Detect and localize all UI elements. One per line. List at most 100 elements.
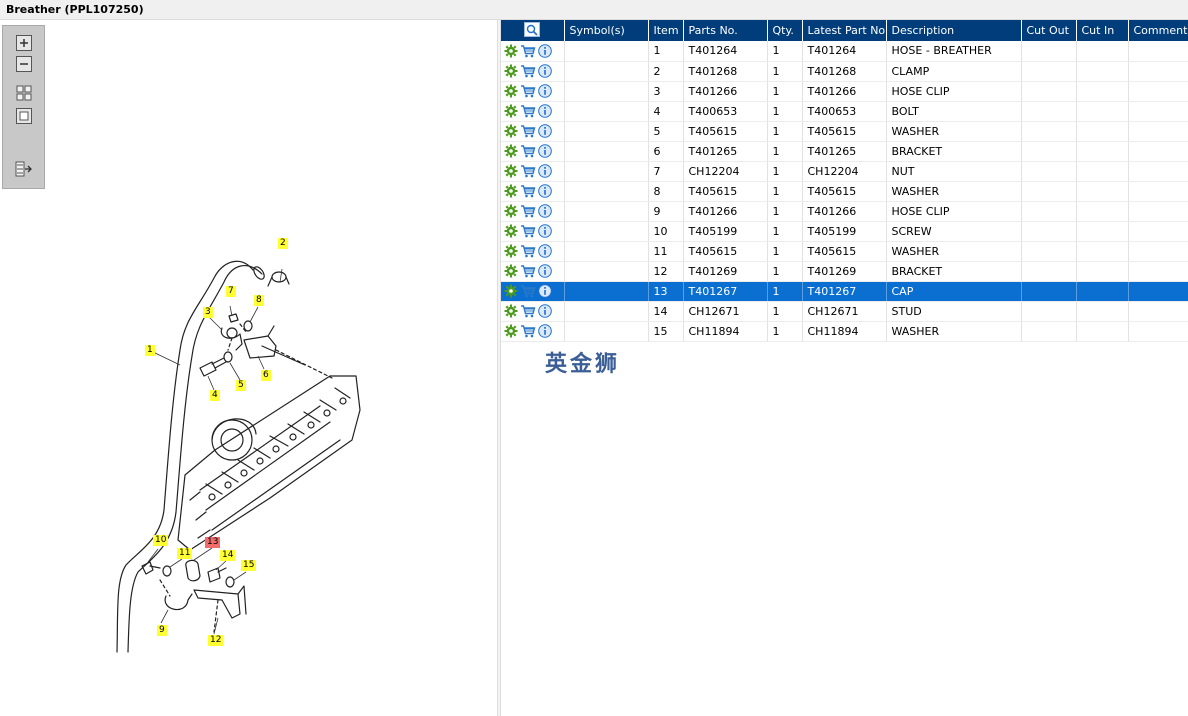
gear-icon[interactable] [504, 64, 518, 78]
info-icon[interactable] [538, 204, 552, 218]
table-row[interactable]: 8 T405615 1 T405615 WASHER [501, 181, 1188, 202]
search-list-icon[interactable] [524, 21, 541, 37]
zoom-out-icon[interactable] [13, 54, 35, 74]
info-icon[interactable] [538, 164, 552, 178]
gear-icon[interactable] [504, 144, 518, 158]
callout-9[interactable]: 9 [157, 625, 167, 636]
table-row[interactable]: 7 CH12204 1 CH12204 NUT [501, 161, 1188, 182]
info-icon[interactable] [538, 144, 552, 158]
cell-cut-out [1021, 301, 1077, 322]
info-icon[interactable] [538, 324, 552, 338]
column-header-parts-no[interactable]: Parts No. [683, 20, 768, 41]
cart-icon[interactable] [520, 104, 536, 118]
column-header-cut-out[interactable]: Cut Out [1021, 20, 1077, 41]
column-header-latest-part-no[interactable]: Latest Part No. [802, 20, 887, 41]
zoom-in-icon[interactable] [13, 33, 35, 53]
cell-parts-no: CH11894 [683, 321, 768, 342]
column-header-description[interactable]: Description [886, 20, 1022, 41]
gear-icon[interactable] [504, 284, 518, 298]
table-row[interactable]: 6 T401265 1 T401265 BRACKET [501, 141, 1188, 162]
column-header-cut-in[interactable]: Cut In [1076, 20, 1129, 41]
info-icon[interactable] [538, 264, 552, 278]
table-row[interactable]: 2 T401268 1 T401268 CLAMP [501, 61, 1188, 82]
cart-icon[interactable] [520, 144, 536, 158]
callout-13[interactable]: 13 [205, 537, 221, 548]
gear-icon[interactable] [504, 264, 518, 278]
table-row[interactable]: 4 T400653 1 T400653 BOLT [501, 101, 1188, 122]
cell-item: 8 [648, 181, 684, 202]
table-row[interactable]: 9 T401266 1 T401266 HOSE CLIP [501, 201, 1188, 222]
callout-1[interactable]: 1 [145, 345, 155, 356]
gear-icon[interactable] [504, 324, 518, 338]
cell-comment [1128, 261, 1188, 282]
cell-symbols [564, 261, 649, 282]
cell-cut-out [1021, 281, 1077, 302]
cart-icon[interactable] [520, 44, 536, 58]
info-icon[interactable] [538, 64, 552, 78]
callout-3[interactable]: 3 [203, 307, 213, 318]
table-row[interactable]: 14 CH12671 1 CH12671 STUD [501, 301, 1188, 322]
gear-icon[interactable] [504, 164, 518, 178]
callout-8[interactable]: 8 [254, 295, 264, 306]
toggle-list-icon[interactable] [13, 159, 35, 179]
cart-icon[interactable] [520, 304, 536, 318]
callout-2[interactable]: 2 [278, 238, 288, 249]
cart-icon[interactable] [520, 124, 536, 138]
column-header-item[interactable]: Item [648, 20, 684, 41]
info-icon[interactable] [538, 43, 552, 58]
column-header-qty[interactable]: Qty. [767, 20, 803, 41]
info-icon[interactable] [538, 284, 552, 298]
table-row[interactable]: 10 T405199 1 T405199 SCREW [501, 221, 1188, 242]
callout-5[interactable]: 5 [236, 380, 246, 391]
gear-icon[interactable] [504, 124, 518, 138]
callout-4[interactable]: 4 [210, 390, 220, 401]
fit-window-icon[interactable] [13, 106, 35, 126]
row-actions [501, 221, 565, 242]
info-icon[interactable] [538, 184, 552, 198]
callout-15[interactable]: 15 [241, 560, 257, 571]
cart-icon[interactable] [520, 324, 536, 338]
info-icon[interactable] [538, 124, 552, 138]
cart-icon[interactable] [520, 244, 536, 258]
fit-all-icon[interactable] [13, 83, 35, 103]
cart-icon[interactable] [520, 64, 536, 78]
gear-icon[interactable] [504, 244, 518, 258]
cart-icon[interactable] [520, 84, 536, 98]
callout-6[interactable]: 6 [261, 370, 271, 381]
gear-icon[interactable] [504, 204, 518, 218]
table-row[interactable]: 5 T405615 1 T405615 WASHER [501, 121, 1188, 142]
callout-14[interactable]: 14 [220, 550, 236, 561]
cell-item: 11 [648, 241, 684, 262]
gear-icon[interactable] [504, 84, 518, 98]
info-icon[interactable] [538, 244, 552, 258]
cart-icon[interactable] [520, 184, 536, 198]
info-icon[interactable] [538, 224, 552, 238]
cart-icon[interactable] [520, 204, 536, 218]
column-header-comment[interactable]: Comment [1128, 20, 1188, 41]
cell-parts-no: T405615 [683, 121, 768, 142]
gear-icon[interactable] [504, 304, 518, 318]
table-row[interactable]: 13 T401267 1 T401267 CAP [501, 281, 1188, 302]
callout-7[interactable]: 7 [226, 286, 236, 297]
gear-icon[interactable] [504, 104, 518, 118]
column-header-symbols[interactable]: Symbol(s) [564, 20, 649, 41]
callout-11[interactable]: 11 [177, 548, 193, 559]
table-row[interactable]: 12 T401269 1 T401269 BRACKET [501, 261, 1188, 282]
cart-icon[interactable] [520, 224, 536, 238]
cart-icon[interactable] [520, 264, 536, 278]
table-row[interactable]: 3 T401266 1 T401266 HOSE CLIP [501, 81, 1188, 102]
column-header-search[interactable] [501, 20, 565, 41]
cart-icon[interactable] [520, 164, 536, 178]
table-row[interactable]: 11 T405615 1 T405615 WASHER [501, 241, 1188, 262]
gear-icon[interactable] [504, 184, 518, 198]
cart-icon[interactable] [520, 284, 536, 298]
info-icon[interactable] [538, 304, 552, 318]
info-icon[interactable] [538, 104, 552, 118]
gear-icon[interactable] [504, 224, 518, 238]
table-row[interactable]: 1 T401264 1 T401264 HOSE - BREATHER [501, 41, 1188, 62]
callout-10[interactable]: 10 [153, 535, 169, 546]
callout-12[interactable]: 12 [208, 635, 224, 646]
table-row[interactable]: 15 CH11894 1 CH11894 WASHER [501, 321, 1188, 342]
info-icon[interactable] [538, 84, 552, 98]
gear-icon[interactable] [504, 44, 518, 58]
